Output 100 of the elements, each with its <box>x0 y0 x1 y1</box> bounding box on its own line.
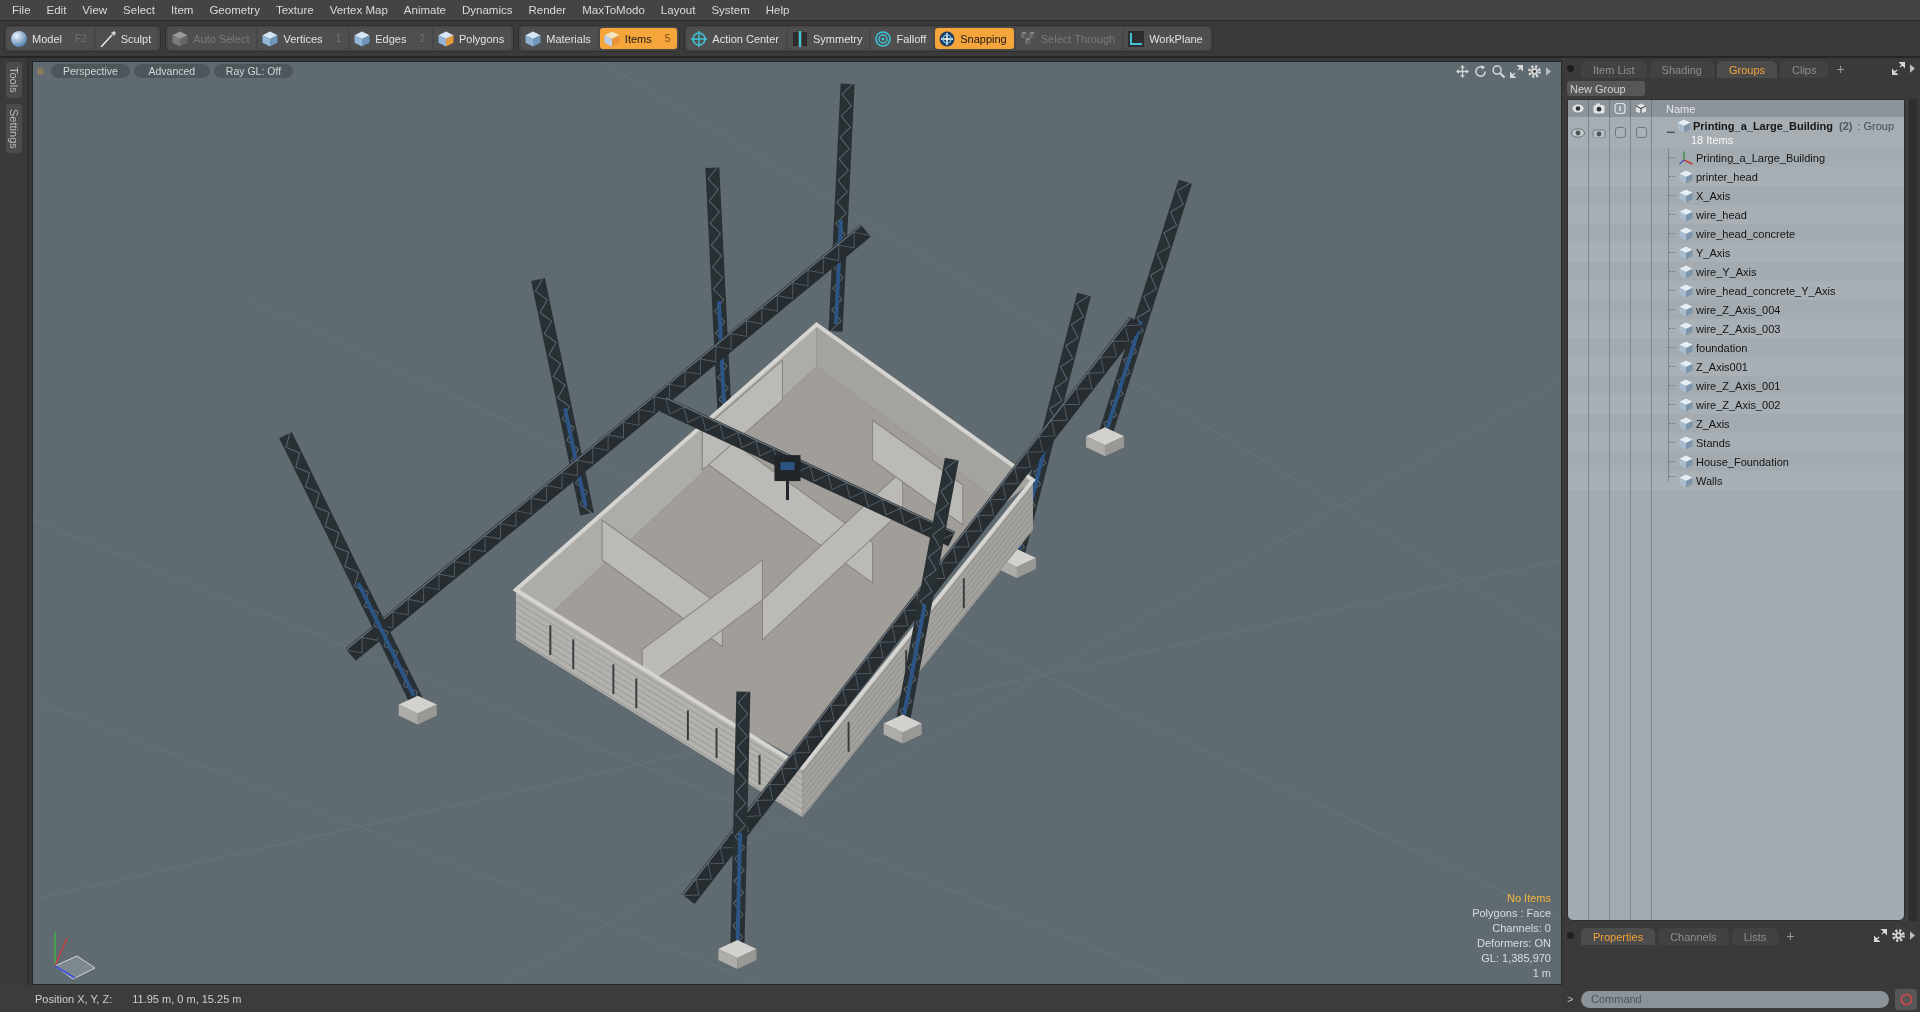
menu-item[interactable]: File <box>4 4 39 16</box>
command-button[interactable] <box>1895 988 1917 1010</box>
tab[interactable]: Groups <box>1716 61 1778 78</box>
crosshair-icon <box>939 30 956 47</box>
menu-item[interactable]: Animate <box>395 4 454 16</box>
scrollbar[interactable] <box>1907 99 1917 921</box>
item-name: wire_Z_Axis_003 <box>1696 322 1781 335</box>
tree-row[interactable]: Stands <box>1568 433 1904 452</box>
axes-icon <box>1679 150 1693 165</box>
menu-item[interactable]: Texture <box>267 4 322 16</box>
new-group-button[interactable]: New Group <box>1567 81 1645 96</box>
caret-icon[interactable] <box>1910 63 1915 73</box>
side-tab[interactable]: Settings <box>5 103 22 154</box>
menu-item[interactable]: Geometry <box>201 4 268 16</box>
selection-status: No Items <box>1507 891 1551 906</box>
move-icon[interactable] <box>1456 65 1469 78</box>
viewport[interactable]: Perspective Advanced Ray GL: Off No Items Polygons : Face Channels: 0 Deformers: ON GL: 1,385,970 1 m <box>32 61 1562 985</box>
tree-row[interactable]: Y_Axis <box>1568 243 1904 262</box>
item-name: Y_Axis <box>1696 246 1731 259</box>
status-value: 11.95 m, 0 m, 15.25 m <box>132 992 242 1005</box>
viewport-stat: 1 m <box>1532 966 1551 981</box>
menu-item[interactable]: View <box>74 4 116 16</box>
cube-icon <box>1679 302 1693 317</box>
menu-item[interactable]: Help <box>757 4 798 16</box>
toolbar-button[interactable]: Items 5 <box>599 28 678 49</box>
menu-item[interactable]: Select <box>115 4 164 16</box>
menu-dot-icon[interactable] <box>1567 931 1574 939</box>
item-name: wire_head_concrete <box>1696 227 1796 240</box>
cube-icon <box>1679 397 1693 412</box>
command-field[interactable]: Command <box>1581 990 1889 1008</box>
cube-icon <box>1677 118 1691 133</box>
maximize-icon[interactable] <box>1874 928 1887 942</box>
zoom-icon[interactable] <box>1492 65 1505 78</box>
cube-icon <box>603 30 620 47</box>
toolbar-button[interactable]: Polygons <box>433 28 512 49</box>
lock-icon[interactable] <box>1614 103 1626 114</box>
cube-icon <box>1679 321 1693 336</box>
cube-icon <box>1679 226 1693 241</box>
tree-row[interactable]: wire_head_concrete_Y_Axis <box>1568 281 1904 300</box>
add-tab-button[interactable]: + <box>1831 61 1850 78</box>
tab[interactable]: Properties <box>1581 928 1656 945</box>
tree-row[interactable]: Walls <box>1568 471 1904 490</box>
maximize-icon[interactable] <box>1510 65 1523 78</box>
toolbar-button[interactable]: Symmetry <box>787 28 870 49</box>
caret-icon[interactable] <box>1910 930 1915 940</box>
side-tab[interactable]: Tools <box>5 62 22 98</box>
menu-item[interactable]: Layout <box>652 4 704 16</box>
item-name: wire_head <box>1696 208 1747 221</box>
menu-item[interactable]: Vertex Map <box>321 4 396 16</box>
command-prompt: > <box>1567 993 1575 1005</box>
menu-item[interactable]: Item <box>163 4 202 16</box>
camera-icon[interactable] <box>1593 103 1605 114</box>
eye-icon[interactable] <box>1571 127 1585 138</box>
viewport-stat: GL: 1,385,970 <box>1481 951 1551 966</box>
menu-item[interactable]: System <box>703 4 758 16</box>
item-name: Stands <box>1696 436 1731 449</box>
tree-row[interactable]: wire_Z_Axis_003 <box>1568 319 1904 338</box>
tree-row[interactable]: Z_Axis001 <box>1568 357 1904 376</box>
toolbar-button[interactable]: Materials <box>521 28 598 49</box>
checkbox[interactable] <box>1635 127 1647 138</box>
menu-dot-icon[interactable] <box>1567 64 1574 72</box>
cube-icon <box>1679 245 1693 260</box>
menu-item[interactable]: MaxToModo <box>574 4 653 16</box>
menu-item[interactable]: Dynamics <box>454 4 521 16</box>
toolbar-button[interactable]: Action Center <box>687 28 786 49</box>
toolbar-button[interactable]: WorkPlane <box>1124 28 1210 49</box>
cube-icon <box>1679 473 1693 488</box>
toolbar-button[interactable]: Snapping <box>935 28 1014 49</box>
cube-icon <box>437 30 454 47</box>
view-button[interactable]: Ray GL: Off <box>213 64 294 78</box>
menu-item[interactable]: Render <box>520 4 575 16</box>
view-button[interactable]: Advanced <box>133 64 210 78</box>
cube-icon <box>1679 264 1693 279</box>
item-count: (2) <box>1838 119 1853 132</box>
collapse-icon[interactable] <box>1667 129 1675 133</box>
viewport-stat: Deformers: ON <box>1477 936 1551 951</box>
menu-item[interactable]: Edit <box>38 4 75 16</box>
cube-icon <box>1679 169 1693 184</box>
tree-row[interactable]: wire_head <box>1568 205 1904 224</box>
item-name: Walls <box>1696 474 1723 487</box>
settings-icon[interactable] <box>1528 65 1541 78</box>
eye-icon[interactable] <box>1572 103 1584 114</box>
group-name: Printing_a_Large_Building <box>1693 119 1833 132</box>
cube-icon <box>172 30 189 47</box>
menu-dot-icon[interactable] <box>37 67 44 75</box>
cube-icon <box>525 30 542 47</box>
add-tab-button[interactable]: + <box>1781 928 1800 945</box>
checkbox[interactable] <box>1614 127 1626 138</box>
settings-icon[interactable] <box>1892 928 1905 942</box>
tree-row[interactable]: printer_head <box>1568 167 1904 186</box>
view-button[interactable]: Perspective <box>51 64 130 78</box>
cube-icon <box>1679 454 1693 469</box>
item-name: printer_head <box>1696 170 1758 183</box>
maximize-icon[interactable] <box>1892 61 1905 75</box>
caret-icon[interactable] <box>1546 67 1551 76</box>
rotate-icon[interactable] <box>1474 65 1487 78</box>
tree-row[interactable]: wire_Z_Axis_002 <box>1568 395 1904 414</box>
cube-icon[interactable] <box>1635 103 1647 114</box>
toolbar-button[interactable]: Falloff <box>871 28 934 49</box>
toolbar-button[interactable]: Sculpt <box>95 28 159 49</box>
